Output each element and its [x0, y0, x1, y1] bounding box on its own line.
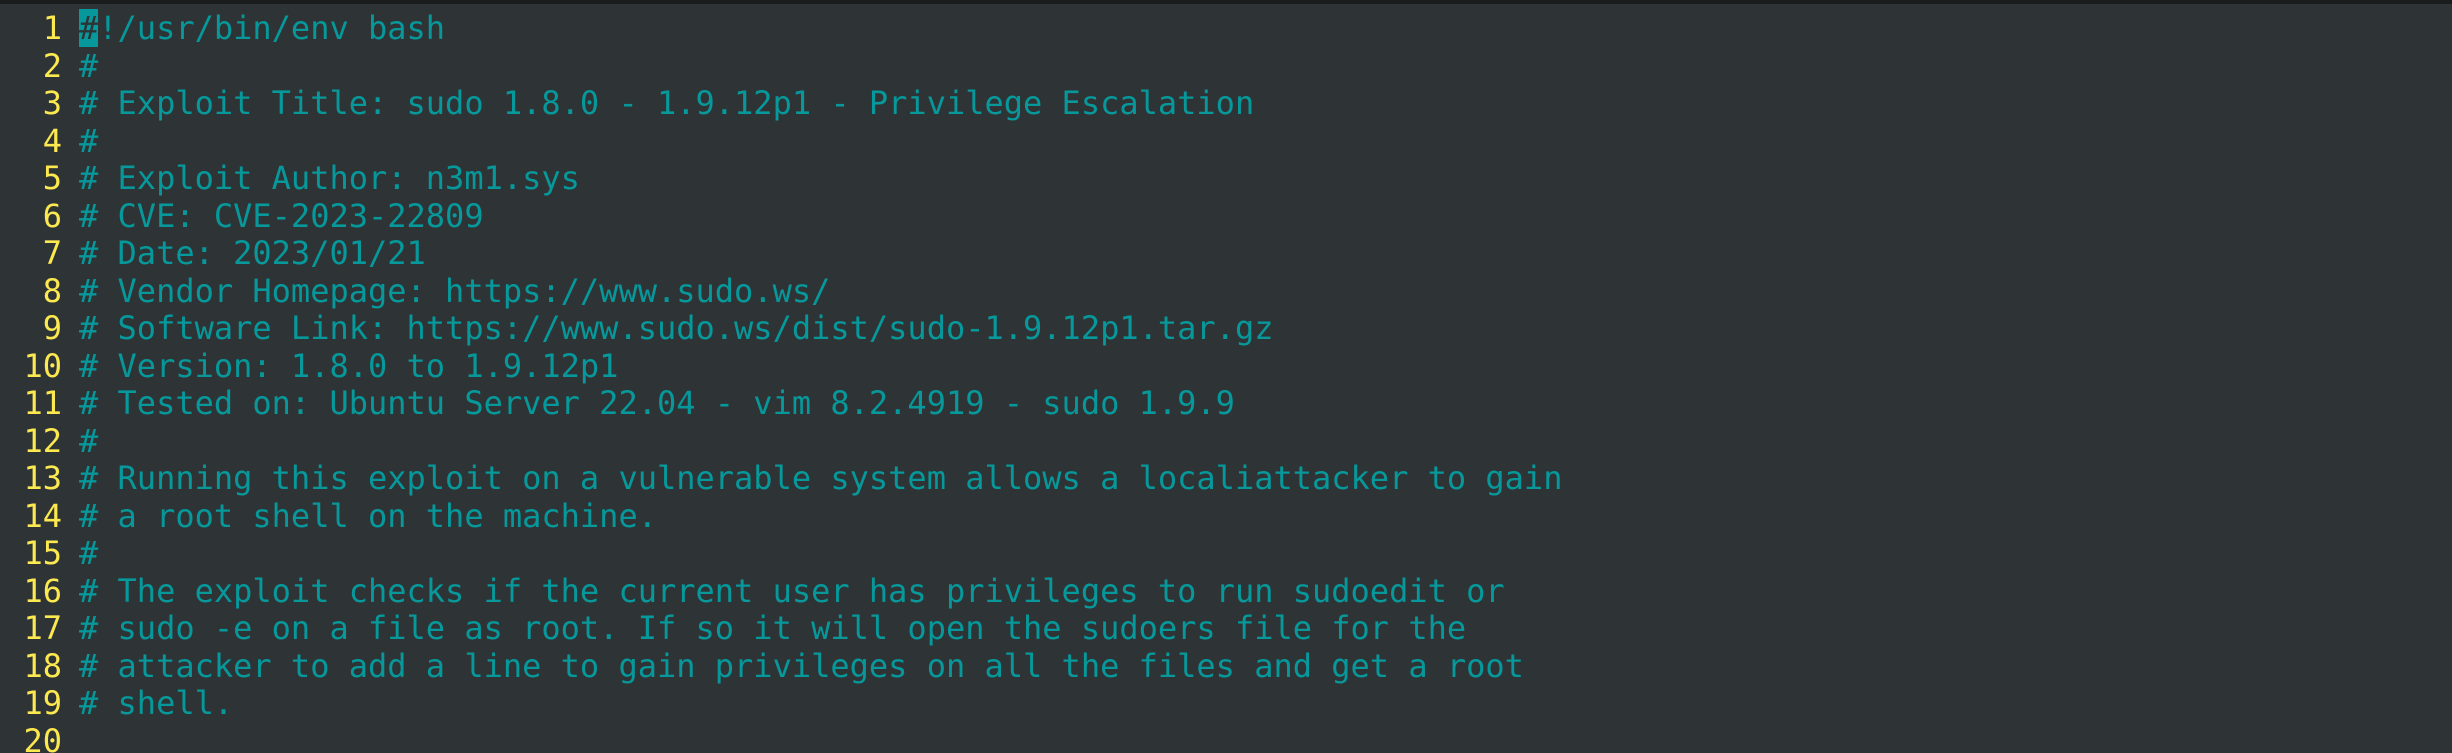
vim-editor[interactable]: 1 #!/usr/bin/env bash 2 # 3 # Exploit Title…: [0, 0, 2452, 753]
line-6[interactable]: 6 # CVE: CVE-2023-22809: [0, 196, 2452, 236]
line-16[interactable]: 16 # The exploit checks if the current us…: [0, 571, 2452, 611]
line-number: 20: [23, 721, 62, 753]
line-3[interactable]: 3 # Exploit Title: sudo 1.8.0 - 1.9.12p1 …: [0, 84, 2452, 123]
line-text: #: [79, 421, 99, 460]
line-number: 9: [42, 309, 62, 347]
line-text: # sudo -e on a file as root. If so it wi…: [79, 609, 1467, 647]
line-14[interactable]: 14 # a root shell on the machine.: [0, 496, 2452, 536]
line-10[interactable]: 10 # Version: 1.8.0 to 1.9.12p1: [0, 346, 2452, 386]
line-number: 12: [23, 421, 62, 460]
line-number: 19: [23, 684, 62, 722]
text-cursor: #: [79, 9, 99, 47]
line-4[interactable]: 4 #: [0, 121, 2452, 161]
line-number: 4: [42, 121, 62, 160]
line-text: # The exploit checks if the current user…: [79, 571, 1505, 610]
line-number: 8: [42, 271, 62, 310]
line-text: # Vendor Homepage: https://www.sudo.ws/: [79, 271, 831, 310]
line-8[interactable]: 8 # Vendor Homepage: https://www.sudo.ws/: [0, 271, 2452, 311]
line-text: # Software Link: https://www.sudo.ws/dis…: [79, 309, 1274, 347]
line-number: 10: [23, 346, 62, 385]
line-19[interactable]: 19 # shell.: [0, 684, 2452, 723]
line-text-rest: !/usr/bin/env bash: [98, 9, 446, 47]
line-2[interactable]: 2 #: [0, 46, 2452, 86]
line-number: 16: [23, 571, 62, 610]
line-number: 6: [42, 196, 62, 235]
line-13[interactable]: 13 # Running this exploit on a vulnerable…: [0, 459, 2452, 498]
line-number: 7: [42, 234, 62, 272]
line-number: 15: [23, 534, 62, 572]
line-11[interactable]: 11 # Tested on: Ubuntu Server 22.04 - vim…: [0, 384, 2452, 423]
line-text: # a root shell on the machine.: [79, 496, 657, 535]
line-text: # CVE: CVE-2023-22809: [79, 196, 484, 235]
editor-lines: 1 #!/usr/bin/env bash 2 # 3 # Exploit Title…: [0, 9, 2452, 753]
line-7[interactable]: 7 # Date: 2023/01/21: [0, 234, 2452, 273]
line-number: 1: [42, 9, 62, 47]
line-text: # Exploit Title: sudo 1.8.0 - 1.9.12p1 -…: [79, 84, 1255, 122]
line-number: 11: [23, 384, 62, 422]
line-text: # shell.: [79, 684, 234, 722]
line-number: 14: [23, 496, 62, 535]
line-text: # Running this exploit on a vulnerable s…: [79, 459, 1563, 497]
line-text: # Version: 1.8.0 to 1.9.12p1: [79, 346, 619, 385]
line-number: 17: [23, 609, 62, 647]
line-number: 3: [42, 84, 62, 122]
line-17[interactable]: 17 # sudo -e on a file as root. If so it …: [0, 609, 2452, 648]
line-18[interactable]: 18 # attacker to add a line to gain privi…: [0, 646, 2452, 686]
line-12[interactable]: 12 #: [0, 421, 2452, 461]
line-number: 18: [23, 646, 62, 685]
line-text: #: [79, 46, 99, 85]
line-1[interactable]: 1 #!/usr/bin/env bash: [0, 9, 2452, 48]
line-15[interactable]: 15 #: [0, 534, 2452, 573]
line-text: #!/usr/bin/env bash: [79, 9, 446, 48]
line-20[interactable]: 20: [0, 721, 2452, 753]
line-text: # Date: 2023/01/21: [79, 234, 426, 272]
line-9[interactable]: 9 # Software Link: https://www.sudo.ws/di…: [0, 309, 2452, 348]
line-5[interactable]: 5 # Exploit Author: n3m1.sys: [0, 159, 2452, 198]
line-number: 13: [23, 459, 62, 497]
line-text: #: [79, 534, 99, 572]
line-text: # Tested on: Ubuntu Server 22.04 - vim 8…: [79, 384, 1235, 422]
line-number: 5: [42, 159, 62, 197]
line-text: #: [79, 121, 99, 160]
line-text: # Exploit Author: n3m1.sys: [79, 159, 580, 197]
line-number: 2: [42, 46, 62, 85]
line-text: # attacker to add a line to gain privile…: [79, 646, 1524, 685]
